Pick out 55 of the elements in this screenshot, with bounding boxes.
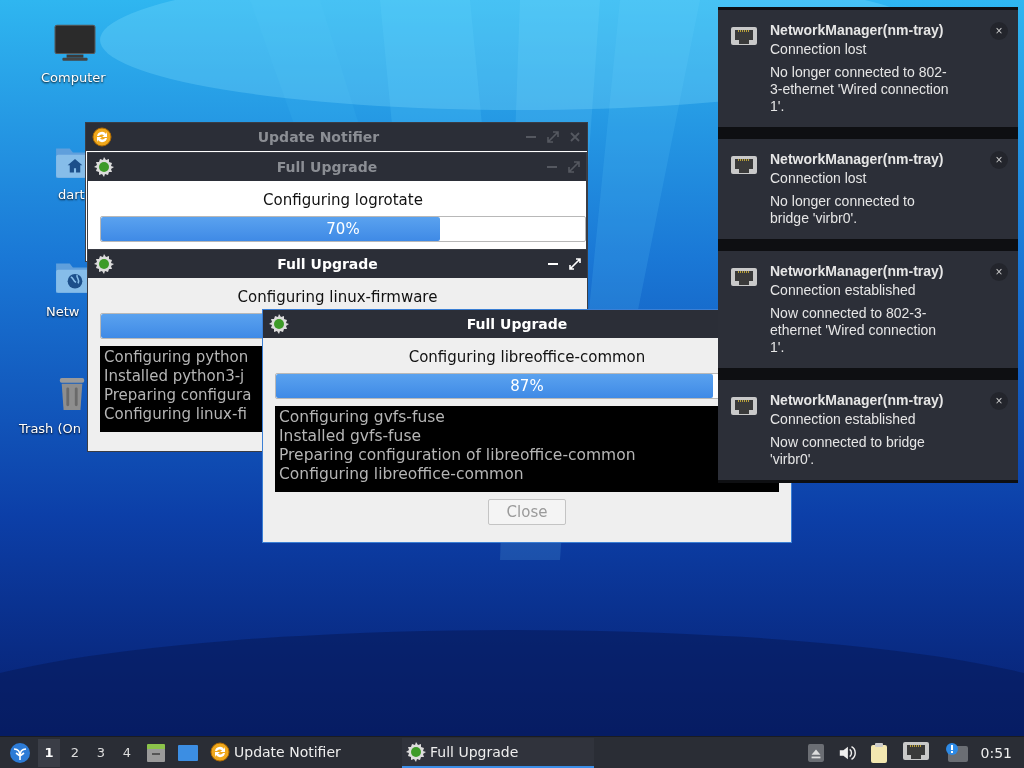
arrow-up-icon[interactable] — [807, 743, 824, 762]
notification-body: Now connected to bridge 'virbr0'. — [770, 434, 926, 468]
log-line: Configuring python — [104, 348, 249, 367]
refresh-icon — [92, 127, 112, 147]
notification-summary: Connection established — [770, 411, 917, 428]
notification-app: NetworkManager(nm-tray) — [770, 22, 945, 39]
status-label: Configuring linux-firmware — [236, 287, 439, 306]
taskbar-button[interactable]: Full Upgrade — [402, 737, 594, 768]
monitor-icon[interactable] — [54, 24, 96, 62]
notification-body: No longer connected to 802-3-ethernet 'Wired connection 1'. — [770, 64, 950, 115]
gear-icon — [406, 741, 426, 762]
workspace-button[interactable]: 3 — [90, 738, 112, 767]
workspace-button[interactable]: 4 — [116, 738, 138, 767]
notification-app: NetworkManager(nm-tray) — [770, 263, 945, 280]
clipboard-icon[interactable] — [869, 741, 888, 764]
clock[interactable]: 0:51 — [980, 744, 1012, 761]
workspace-button[interactable]: 2 — [64, 738, 86, 767]
log-line: Preparing configuration of libreoffice-common — [279, 446, 636, 465]
log-line: Preparing configura — [104, 386, 252, 405]
restore-icon[interactable] — [569, 258, 581, 270]
desktop-icon-label[interactable]: Trash (On — [19, 421, 82, 436]
progress-percent: 87% — [509, 377, 545, 395]
close-button[interactable]: × — [990, 263, 1008, 281]
notification-summary: Connection established — [770, 282, 917, 299]
file-cabinet-icon[interactable] — [145, 741, 167, 764]
window-title: Full Upgrade — [465, 316, 569, 332]
close-button[interactable]: × — [990, 151, 1008, 169]
window-title: Full Upgrade — [275, 159, 379, 175]
window-title: Update Notifier — [256, 129, 381, 145]
gear-icon — [94, 157, 114, 177]
progress-percent: 70% — [325, 220, 361, 238]
log-line: Configuring gvfs-fuse — [279, 408, 445, 427]
desktop-icon-label[interactable]: Netw — [46, 304, 80, 319]
log-line: Configuring libreoffice-common — [279, 465, 524, 484]
notification-body: Now connected to 802-3-ethernet 'Wired connection 1'. — [770, 305, 938, 356]
log-line: Installed python3-j — [104, 367, 245, 386]
desktop-icon-label[interactable]: dart — [58, 187, 85, 202]
log-line: Configuring linux-fi — [104, 405, 247, 424]
notification-app: NetworkManager(nm-tray) — [770, 151, 945, 168]
notification-icon[interactable] — [943, 741, 968, 764]
notification-app: NetworkManager(nm-tray) — [770, 392, 945, 409]
start-menu-icon[interactable] — [9, 741, 31, 764]
log-line: Installed gvfs-fuse — [279, 427, 421, 446]
close-button[interactable]: × — [990, 22, 1008, 40]
close-button[interactable]: × — [990, 392, 1008, 410]
refresh-icon — [210, 741, 230, 762]
gear-icon — [94, 254, 114, 274]
gear-icon — [269, 314, 289, 334]
notification-summary: Connection lost — [770, 170, 868, 187]
workspace-button[interactable]: 1 — [38, 738, 60, 767]
notification-body: No longer connected to bridge 'virbr0'. — [770, 193, 916, 227]
window-title: Full Upgrade — [276, 256, 379, 272]
taskbar-button[interactable]: Update Notifier — [206, 737, 398, 768]
status-label: Configuring logrotate — [262, 190, 424, 209]
notification-summary: Connection lost — [770, 41, 868, 58]
